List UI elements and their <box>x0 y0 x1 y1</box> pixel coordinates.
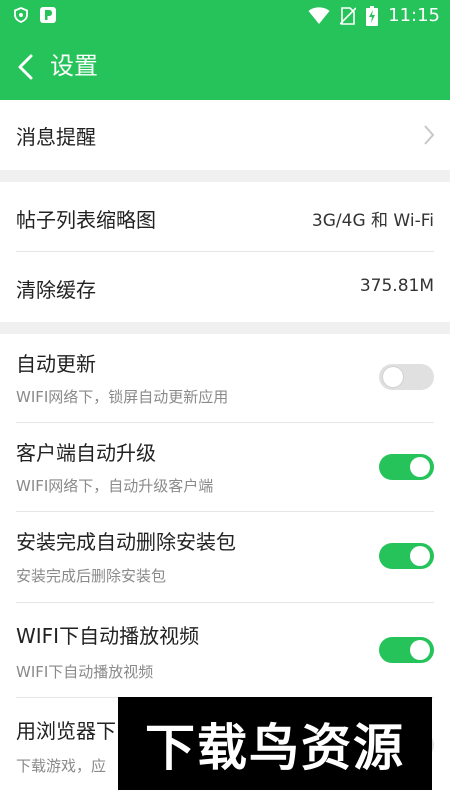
autoplay-video-desc: WIFI下自动播放视频 <box>16 663 154 681</box>
parking-app-icon <box>40 7 56 23</box>
delete-package-label: 安装完成自动删除安装包 <box>16 530 236 554</box>
auto-update-toggle[interactable] <box>379 364 434 390</box>
client-upgrade-label: 客户端自动升级 <box>16 441 156 465</box>
thumbnail-row[interactable]: 帖子列表缩略图 3G/4G 和 Wi-Fi <box>0 182 450 251</box>
watermark-banner: 下载鸟资源 <box>118 697 432 790</box>
auto-update-label: 自动更新 <box>16 352 96 376</box>
toggle-knob <box>410 640 430 660</box>
wifi-icon <box>308 7 330 24</box>
no-sim-icon <box>340 7 357 25</box>
message-reminder-label: 消息提醒 <box>16 125 96 149</box>
browser-download-label: 用浏览器下 <box>16 719 116 743</box>
battery-charging-icon <box>366 6 379 26</box>
status-time: 11:15 <box>388 5 440 26</box>
delete-package-row: 安装完成自动删除安装包 安装完成后删除安装包 <box>0 512 450 602</box>
chevron-left-icon[interactable] <box>14 53 40 81</box>
title-bar: 设置 <box>0 32 450 100</box>
cache-size-value: 375.81M <box>359 276 434 296</box>
toggle-knob <box>383 367 403 387</box>
message-reminder-row[interactable]: 消息提醒 <box>0 100 450 170</box>
thumbnail-value: 3G/4G 和 Wi-Fi <box>311 211 434 231</box>
section-notifications: 消息提醒 <box>0 100 450 170</box>
auto-update-desc: WIFI网络下，锁屏自动更新应用 <box>16 388 229 406</box>
toggle-knob <box>410 457 430 477</box>
section-display: 帖子列表缩略图 3G/4G 和 Wi-Fi 清除缓存 375.81M <box>0 182 450 322</box>
autoplay-video-toggle[interactable] <box>379 637 434 663</box>
auto-update-row: 自动更新 WIFI网络下，锁屏自动更新应用 <box>0 334 450 422</box>
client-upgrade-desc: WIFI网络下，自动升级客户端 <box>16 477 214 495</box>
clear-cache-label: 清除缓存 <box>16 278 96 302</box>
delete-package-desc: 安装完成后删除安装包 <box>16 567 167 585</box>
client-upgrade-row: 客户端自动升级 WIFI网络下，自动升级客户端 <box>0 423 450 511</box>
shield-icon <box>14 7 28 23</box>
toggle-knob <box>410 546 430 566</box>
clear-cache-row[interactable]: 清除缓存 375.81M <box>0 252 450 322</box>
thumbnail-label: 帖子列表缩略图 <box>16 208 156 232</box>
autoplay-video-label: WIFI下自动播放视频 <box>16 624 200 648</box>
page-title: 设置 <box>50 52 98 80</box>
browser-download-desc: 下载游戏，应 <box>16 757 107 775</box>
delete-package-toggle[interactable] <box>379 543 434 569</box>
autoplay-video-row: WIFI下自动播放视频 WIFI下自动播放视频 <box>0 603 450 697</box>
status-bar: 11:15 <box>0 0 450 32</box>
client-upgrade-toggle[interactable] <box>379 454 434 480</box>
chevron-right-icon <box>424 125 435 145</box>
